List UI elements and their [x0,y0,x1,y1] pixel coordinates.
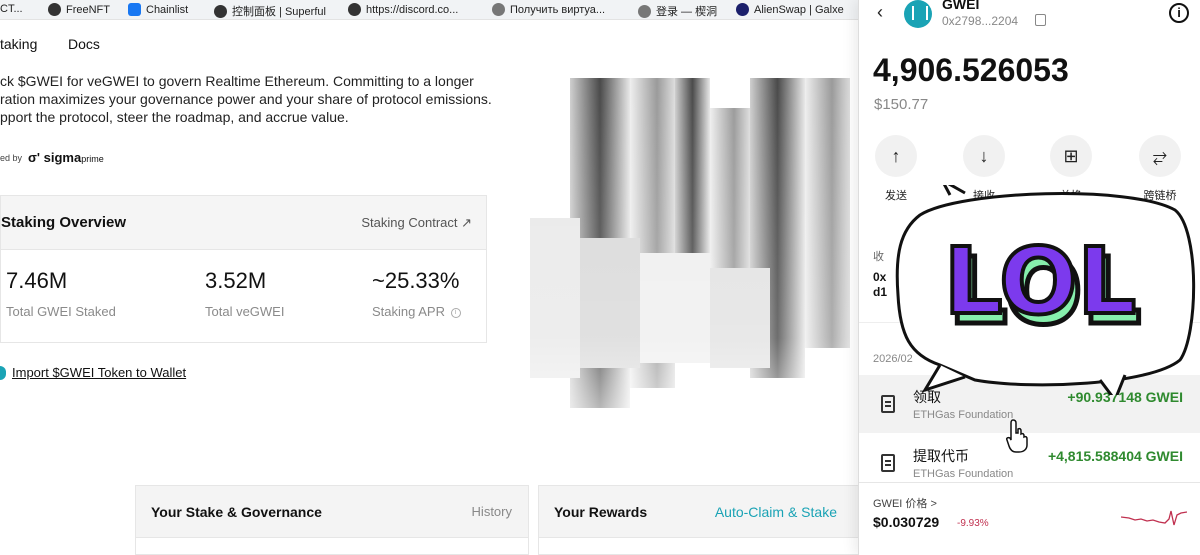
wallet-header: ‹ GWEI 0x2798...2204 i [859,0,1200,34]
token-icon [0,365,6,380]
bookmark-label: FreeNFT [66,3,110,16]
stat-value: ~25.33% [372,268,460,293]
intro-line: ck $GWEI for veGWEI to govern Realtime E… [0,73,474,89]
copy-icon[interactable] [1035,14,1046,26]
hero-illustration [530,78,860,478]
powered-by: ed by σ' sigmaprime [0,150,104,165]
bookmark-item[interactable]: Chainlist [128,3,188,16]
token-balance: 4,906.526053 [873,52,1069,88]
bookmark-label: AlienSwap | Galxe [754,3,844,16]
price-footer[interactable]: GWEI 价格 > $0.030729 -9.93% [859,482,1200,555]
bookmark-label: https://discord.co... [366,3,459,16]
bridge-icon: ⥂ [1139,135,1181,177]
bookmark-label: 控制面板 | Superful [232,6,326,18]
info-icon[interactable]: i [1169,3,1189,23]
lol-sticker: LOL LOL [895,185,1196,395]
globe-icon [348,3,361,16]
stat-label: Total GWEI Staked [6,304,116,319]
history-link[interactable]: History [472,504,512,519]
stat-value: 3.52M [205,268,267,293]
staking-contract-link[interactable]: Staking Contract ↗ [361,215,472,231]
intro-line: ration maximizes your governance power a… [0,91,492,107]
staking-overview-card: Staking Overview Staking Contract ↗ 7.46… [0,195,487,343]
rewards-card: Your Rewards Auto-Claim & Stake [538,485,868,555]
site-icon [492,3,505,16]
arrow-up-icon: ↑ [875,135,917,177]
receipt-icon [881,395,895,413]
site-icon [638,4,651,18]
token-name: GWEI [942,0,980,12]
import-token-link[interactable]: Import $GWEI Token to Wallet [12,365,186,380]
facebook-icon [128,3,141,16]
info-icon[interactable]: i [450,307,461,318]
stat-label: Staking APR i [372,304,461,319]
stake-governance-card: Your Stake & Governance History [135,485,529,555]
stat-total-vegwei: 3.52M Total veGWEI [205,268,284,319]
card-title: Staking Overview [1,214,127,231]
powered-by-label: ed by [0,152,23,163]
bookmark-label: CT... [0,3,23,15]
swap-icon: ⊞ [1050,135,1092,177]
stat-total-staked: 7.46M Total GWEI Staked [6,268,116,319]
import-token: Import $GWEI Token to Wallet [0,365,186,380]
sigma-prime-logo: σ' sigmaprime [28,150,104,165]
nav-staking[interactable]: taking [0,36,37,52]
price-change: -9.93% [957,518,989,529]
bookmark-item[interactable]: AlienSwap | Galxe [736,3,844,16]
transaction-title: 提取代币 [913,448,969,464]
bookmark-label: Chainlist [146,3,189,16]
arrow-down-icon: ↓ [963,135,1005,177]
card-title: Your Stake & Governance [151,504,322,520]
bookmark-label: Получить виртуа... [510,3,606,16]
globe-icon [48,3,61,16]
sticker-text: LOL [944,228,1136,335]
intro-text: ck $GWEI for veGWEI to govern Realtime E… [0,72,500,126]
stat-value: 7.46M [6,268,68,293]
bookmark-item[interactable]: FreeNFT [48,3,110,16]
transaction-source: ETHGas Foundation [913,468,1014,480]
stat-apr: ~25.33% Staking APR i [372,268,461,319]
gwei-token-icon [904,0,932,28]
usd-value: $150.77 [874,96,929,113]
price-sparkline [1121,510,1187,526]
transaction-source: ETHGas Foundation [913,409,1014,421]
bookmark-item[interactable]: 登录 — 楔洞 [638,3,717,19]
bookmark-item[interactable]: 控制面板 | Superful [214,3,326,19]
bookmark-item[interactable]: CT... [0,3,23,15]
receipt-icon [881,454,895,472]
card-header: Staking Overview Staking Contract ↗ [1,196,486,250]
auto-claim-link[interactable]: Auto-Claim & Stake [715,504,837,520]
back-icon[interactable]: ‹ [877,2,883,23]
token-address: 0x2798...2204 [942,14,1019,28]
transaction-amount: +4,815.588404 GWEI [1047,448,1183,464]
bookmark-item[interactable]: https://discord.co... [348,3,458,16]
intro-line: pport the protocol, steer the roadmap, a… [0,109,349,125]
alienswap-icon [736,3,749,16]
token-price: $0.030729 [873,514,940,530]
card-title: Your Rewards [554,504,648,520]
bookmark-item[interactable]: Получить виртуа... [492,3,605,16]
bookmark-label: 登录 — 楔洞 [656,6,718,18]
nav-docs[interactable]: Docs [68,36,100,52]
globe-icon [214,4,227,18]
hand-cursor-icon [1006,419,1028,453]
stat-label: Total veGWEI [205,304,285,319]
price-label: GWEI 价格 > [873,498,937,510]
